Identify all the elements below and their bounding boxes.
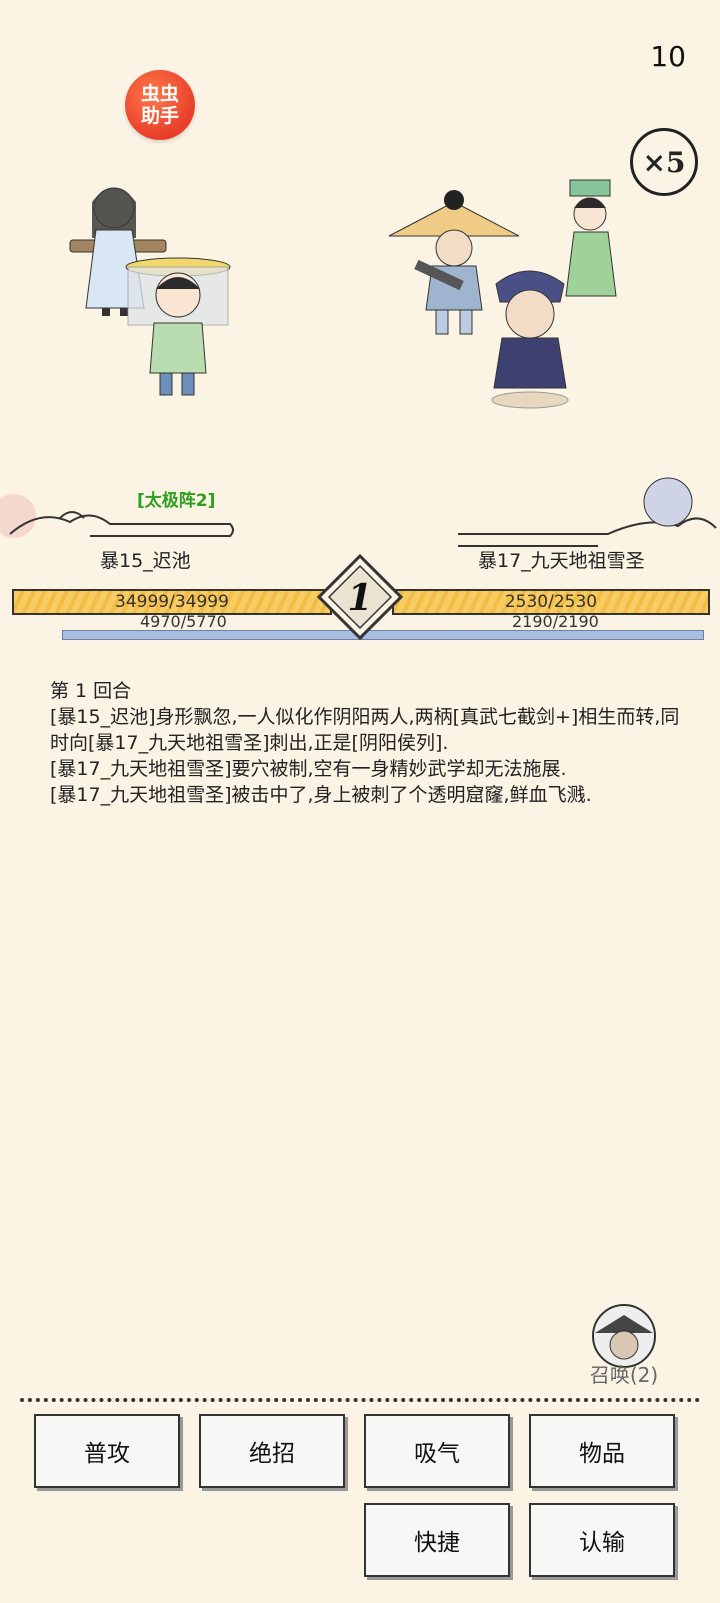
helper-badge[interactable]: 虫虫 助手: [125, 70, 195, 140]
log-line: [暴17_九天地祖雪圣]被击中了,身上被刺了个透明窟窿,鲜血飞溅.: [50, 784, 592, 806]
enemy-hp-text: 2530/2530: [504, 592, 598, 612]
quick-label: 快捷: [414, 1530, 460, 1556]
quick-button[interactable]: 快捷: [364, 1503, 510, 1577]
player-hp-text: 34999/34999: [115, 592, 229, 612]
battle-log: 第 1 回合 [暴15_迟池]身形飘忽,一人似化作阴阳两人,两柄[真武七截剑+]…: [50, 678, 680, 808]
speed-label: ×5: [642, 145, 686, 179]
enemy-mp-text: 2190/2190: [512, 612, 599, 631]
round-number: 1: [347, 577, 372, 619]
log-line: [暴17_九天地祖雪圣]要穴被制,空有一身精妙武学却无法施展.: [50, 758, 567, 780]
turn-counter: 10: [650, 40, 686, 73]
breathe-button[interactable]: 吸气: [364, 1414, 510, 1488]
enemy-name: 暴17_九天地祖雪圣: [478, 549, 645, 572]
surrender-button[interactable]: 认输: [529, 1503, 675, 1577]
attack-button[interactable]: 普攻: [34, 1414, 180, 1488]
ultimate-label: 绝招: [249, 1441, 295, 1467]
summon-button[interactable]: 召唤(2): [584, 1303, 664, 1388]
log-line: [暴15_迟池]身形飘忽,一人似化作阴阳两人,两柄[真武七截剑+]相生而转,同时…: [50, 706, 680, 754]
attack-label: 普攻: [84, 1441, 130, 1467]
speed-toggle-button[interactable]: ×5: [630, 128, 698, 196]
summon-label: 召唤(2): [589, 1363, 659, 1387]
ultimate-button[interactable]: 绝招: [199, 1414, 345, 1488]
enemy-name-plate: 暴17_九天地祖雪圣: [478, 541, 645, 577]
player-name: 暴15_迟池: [100, 549, 191, 572]
enemy-mp-bar: [362, 630, 704, 640]
items-button[interactable]: 物品: [529, 1414, 675, 1488]
helper-badge-line1: 虫虫: [140, 83, 179, 105]
ally-character-hat-girl: [125, 257, 231, 396]
enemy-character-purple-warrior: [491, 270, 569, 409]
round-indicator: 1: [317, 554, 403, 640]
items-label: 物品: [579, 1441, 625, 1467]
separator-dotted: [20, 1398, 700, 1402]
player-name-plate: 暴15_迟池: [100, 541, 191, 577]
helper-badge-line2: 助手: [140, 105, 179, 127]
breathe-label: 吸气: [414, 1441, 460, 1467]
surrender-label: 认输: [579, 1530, 625, 1556]
player-mp-text: 4970/5770: [140, 612, 227, 631]
log-title: 第 1 回合: [50, 680, 132, 702]
